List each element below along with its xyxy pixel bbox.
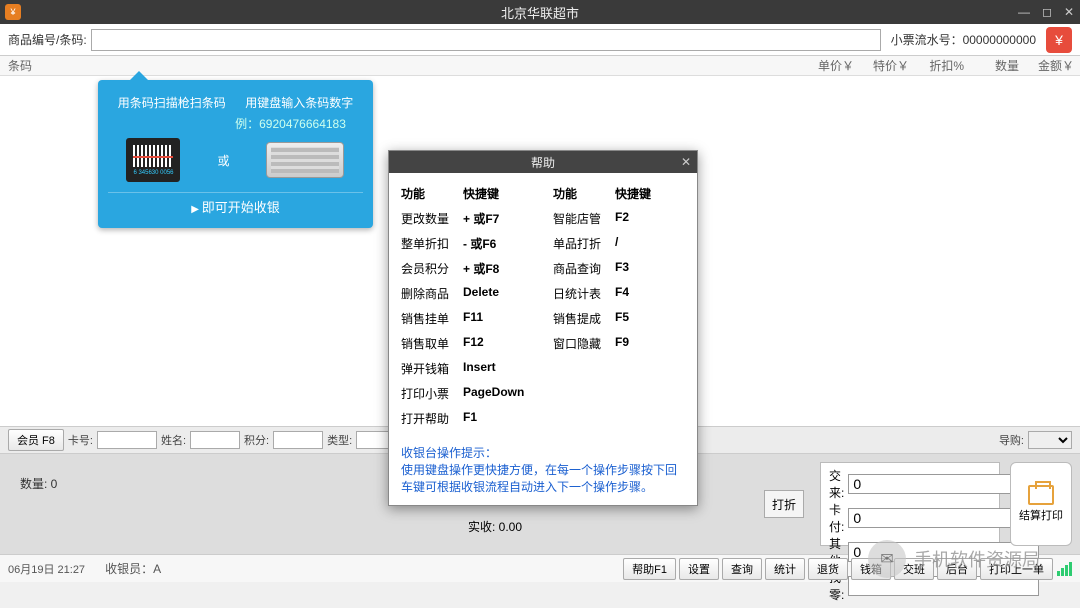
help-row: 更改数量+ 或F7 (401, 206, 533, 231)
close-button[interactable]: ✕ (1064, 5, 1074, 19)
qty-display: 数量: 0 (20, 468, 446, 494)
help-row: 商品查询F3 (553, 256, 685, 281)
type-label: 类型: (327, 432, 352, 448)
toolbar-button[interactable]: 统计 (765, 558, 805, 580)
payment-box: 交来: 卡付: 其他: 找零: (820, 462, 1000, 546)
discount-button[interactable]: 打折 (764, 490, 804, 518)
keyboard-icon (266, 142, 344, 178)
barcode-icon: 6 345630 0056 (126, 138, 180, 182)
help-row: 窗口隐藏F9 (553, 331, 685, 356)
signal-icon (1057, 562, 1072, 576)
help-row: 整单折扣- 或F6 (401, 231, 533, 256)
toolbar-button[interactable]: 退货 (808, 558, 848, 580)
help-row: 日统计表F4 (553, 281, 685, 306)
help-dialog: 帮助 ✕ 功能快捷键 更改数量+ 或F7整单折扣- 或F6会员积分+ 或F8删除… (388, 150, 698, 506)
app-icon: ¥ (5, 4, 21, 20)
hint-scan: 用条码扫描枪扫条码 (118, 94, 226, 111)
hint-type: 用键盘输入条码数字 (245, 94, 353, 111)
card-label: 卡号: (68, 432, 93, 448)
name-input[interactable] (190, 431, 240, 449)
window-title: 北京华联超市 (501, 3, 579, 22)
help-title: 帮助 ✕ (389, 151, 697, 173)
settle-button[interactable]: 结算打印 (1010, 462, 1072, 546)
name-label: 姓名: (161, 432, 186, 448)
help-row: 销售挂单F11 (401, 306, 533, 331)
cashier-info: 收银员：A (105, 560, 161, 577)
window-titlebar: ¥ 北京华联超市 — ◻ ✕ (0, 0, 1080, 24)
receipt-label: 小票流水号：00000000000 (891, 31, 1036, 48)
maximize-button[interactable]: ◻ (1042, 5, 1052, 19)
help-row: 打印小票PageDown (401, 381, 533, 406)
col-price: 单价￥ (805, 57, 860, 74)
barcode-bar: 商品编号/条码: 小票流水号：00000000000 ¥ (0, 24, 1080, 56)
help-row: 单品打折/ (553, 231, 685, 256)
help-close-button[interactable]: ✕ (681, 155, 691, 169)
toolbar-button[interactable]: 帮助F1 (623, 558, 676, 580)
currency-icon[interactable]: ¥ (1046, 27, 1072, 53)
hint-tooltip: 用条码扫描枪扫条码 用键盘输入条码数字 例：6920476664183 6 34… (98, 80, 373, 228)
toolbar-button[interactable]: 设置 (679, 558, 719, 580)
card-input[interactable] (97, 431, 157, 449)
barcode-input[interactable] (91, 29, 881, 51)
help-row: 打开帮助F1 (401, 406, 533, 431)
help-row: 销售提成F5 (553, 306, 685, 331)
help-row: 销售取单F12 (401, 331, 533, 356)
col-barcode: 条码 (0, 57, 50, 74)
help-row: 会员积分+ 或F8 (401, 256, 533, 281)
points-label: 积分: (244, 432, 269, 448)
guide-select[interactable] (1028, 431, 1072, 449)
or-text: 或 (217, 152, 229, 169)
cash-label: 交来: (829, 467, 844, 501)
grid-header: 条码 单价￥ 特价￥ 折扣% 数量 金额￥ (0, 56, 1080, 76)
toolbar-button[interactable]: 查询 (722, 558, 762, 580)
col-discount: 折扣% (915, 57, 970, 74)
col-amount: 金额￥ (1025, 57, 1080, 74)
points-input[interactable] (273, 431, 323, 449)
actual-display: 实收: 0.00 (468, 505, 748, 539)
wechat-icon: ✉ (868, 540, 906, 578)
wechat-watermark: ✉ 手机软件资源局 (868, 540, 1040, 578)
printer-icon (1028, 485, 1054, 505)
help-row: 智能店管F2 (553, 206, 685, 231)
guide-label: 导购: (999, 432, 1024, 448)
hint-example: 例：6920476664183 (108, 115, 363, 132)
member-button[interactable]: 会员 F8 (8, 429, 64, 451)
barcode-label: 商品编号/条码: (8, 31, 87, 48)
col-qty: 数量 (970, 57, 1025, 74)
help-row: 弹开钱箱Insert (401, 356, 533, 381)
hint-start: 即可开始收银 (108, 192, 363, 218)
minimize-button[interactable]: — (1018, 5, 1030, 19)
help-tip: 收银台操作提示： 使用键盘操作更快捷方便，在每一个操作步骤按下回车键可根据收银流… (389, 439, 697, 505)
help-row: 删除商品Delete (401, 281, 533, 306)
col-special: 特价￥ (860, 57, 915, 74)
datetime: 06月19日 21:27 (8, 561, 85, 577)
card-pay-label: 卡付: (829, 501, 844, 535)
